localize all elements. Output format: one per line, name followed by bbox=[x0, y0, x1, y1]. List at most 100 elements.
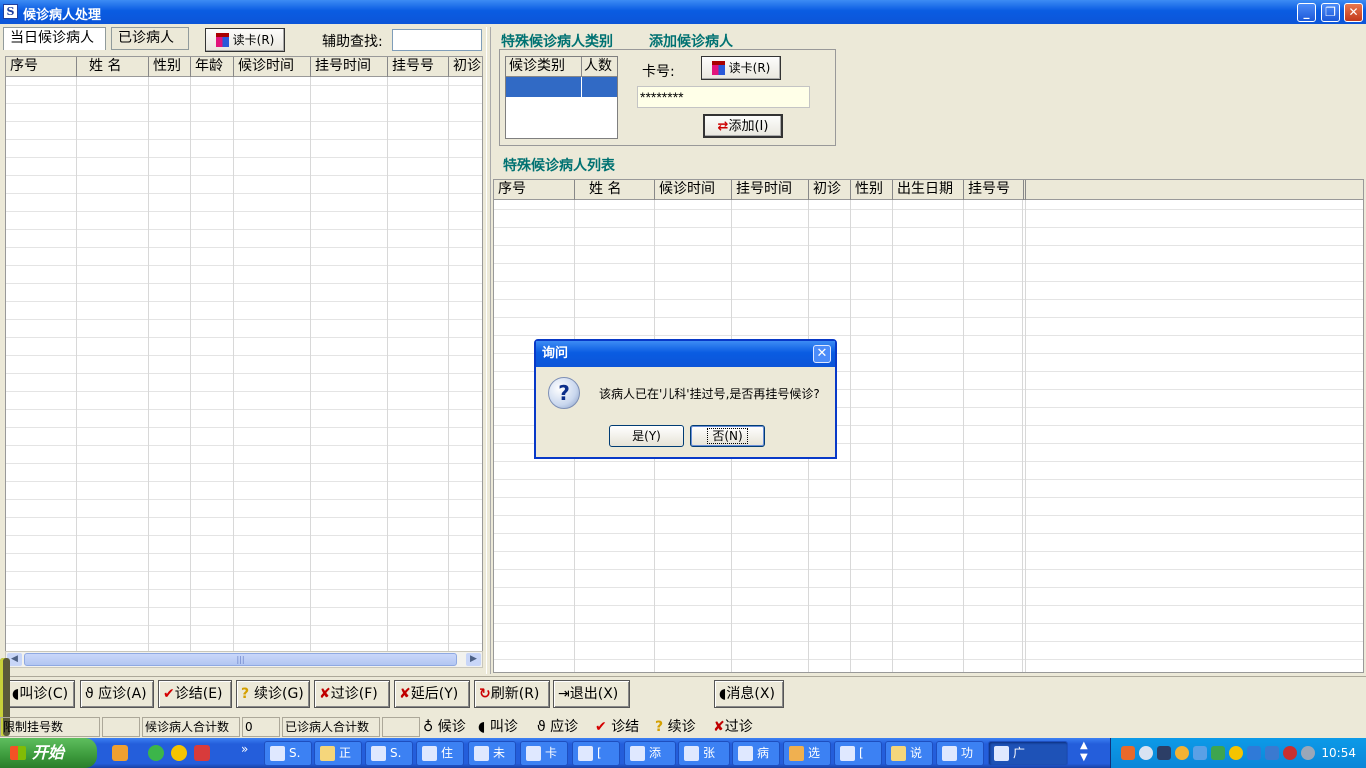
column-header[interactable]: 序号 bbox=[6, 57, 77, 77]
volume-icon[interactable] bbox=[1301, 746, 1315, 760]
column-header[interactable]: 人数 bbox=[582, 57, 617, 76]
cross-icon: ✘ bbox=[399, 686, 411, 702]
column-header[interactable]: 姓 名 bbox=[77, 57, 149, 77]
task-label: [ bbox=[859, 746, 864, 760]
column-header[interactable]: 性别 bbox=[851, 180, 893, 200]
task-item[interactable]: 住 bbox=[416, 741, 464, 766]
tray-icon[interactable] bbox=[1139, 746, 1153, 760]
legend-waiting: ♁ 候诊 bbox=[423, 717, 466, 737]
scroll-thumb[interactable]: ||| bbox=[24, 653, 457, 666]
accept-label: 应诊(A) bbox=[98, 686, 147, 702]
task-item[interactable]: 张 bbox=[678, 741, 730, 766]
shield-icon[interactable] bbox=[1247, 746, 1261, 760]
horizontal-scrollbar[interactable]: ◀ ||| ▶ bbox=[5, 651, 483, 668]
dialog-close-icon[interactable]: ✕ bbox=[813, 345, 831, 363]
task-item-active[interactable]: 广 bbox=[988, 741, 1068, 766]
network-icon[interactable] bbox=[1157, 746, 1171, 760]
continue-button[interactable]: ? 续诊(G) bbox=[236, 680, 310, 708]
postpone-button[interactable]: ✘延后(Y) bbox=[394, 680, 470, 708]
yes-button[interactable]: 是(Y) bbox=[609, 425, 684, 447]
tab-today-waiting[interactable]: 当日候诊病人 bbox=[3, 27, 106, 50]
taskbar-scroll-icon[interactable]: ▲ ▼ bbox=[1080, 740, 1088, 764]
exit-icon: ⇥ bbox=[558, 686, 570, 702]
waiting-total-label: 候诊病人合计数 bbox=[142, 717, 240, 737]
legend-waiting-label: 候诊 bbox=[437, 719, 466, 735]
task-item[interactable]: 选 bbox=[783, 741, 831, 766]
refresh-button[interactable]: ↻刷新(R) bbox=[474, 680, 550, 708]
message-button[interactable]: ◖消息(X) bbox=[714, 680, 784, 708]
task-item[interactable]: S. bbox=[365, 741, 413, 766]
shield-icon[interactable] bbox=[1265, 746, 1279, 760]
task-item[interactable]: 卡 bbox=[520, 741, 568, 766]
task-item[interactable]: 功 bbox=[936, 741, 984, 766]
card-number-input[interactable] bbox=[637, 86, 810, 108]
quicklaunch-icon[interactable] bbox=[171, 745, 187, 761]
task-item[interactable]: [ bbox=[834, 741, 882, 766]
column-header[interactable]: 出生日期 bbox=[893, 180, 964, 200]
scroll-right-icon[interactable]: ▶ bbox=[466, 653, 481, 666]
call-label: 叫诊(C) bbox=[19, 686, 69, 702]
add-waiting-title: 添加候诊病人 bbox=[649, 34, 733, 50]
column-header[interactable]: 候诊类别 bbox=[506, 57, 582, 76]
column-header[interactable]: 候诊时间 bbox=[655, 180, 732, 200]
start-button[interactable]: 开始 bbox=[0, 738, 97, 768]
tray-icon[interactable] bbox=[1121, 746, 1135, 760]
task-icon bbox=[738, 746, 753, 761]
read-card-button-2[interactable]: 读卡(R) bbox=[701, 56, 781, 80]
column-header[interactable]: 挂号号 bbox=[388, 57, 449, 77]
window-titlebar: S 候诊病人处理 _ ❐ ✕ bbox=[0, 0, 1366, 24]
task-item[interactable]: 病 bbox=[732, 741, 780, 766]
column-header[interactable]: 候诊时间 bbox=[234, 57, 311, 77]
task-item[interactable]: 说 bbox=[885, 741, 933, 766]
task-item[interactable]: 正 bbox=[314, 741, 362, 766]
task-label: 张 bbox=[703, 746, 716, 760]
accept-button[interactable]: ϑ 应诊(A) bbox=[80, 680, 154, 708]
task-item[interactable]: 未 bbox=[468, 741, 516, 766]
finish-button[interactable]: ✔诊结(E) bbox=[158, 680, 232, 708]
task-item[interactable]: [ bbox=[572, 741, 620, 766]
task-item[interactable]: 添 bbox=[624, 741, 676, 766]
tray-icon[interactable] bbox=[1229, 746, 1243, 760]
pane-splitter[interactable] bbox=[486, 27, 491, 674]
add-button[interactable]: ⇄添加(I) bbox=[703, 114, 783, 138]
stop-icon[interactable] bbox=[1283, 746, 1297, 760]
column-header[interactable]: 年龄 bbox=[191, 57, 234, 77]
exit-button[interactable]: ⇥退出(X) bbox=[553, 680, 630, 708]
category-row-selected[interactable] bbox=[506, 77, 617, 97]
column-header[interactable]: 挂号号 bbox=[964, 180, 1026, 200]
waiting-patients-grid[interactable]: 序号 姓 名 性别 年龄 候诊时间 挂号时间 挂号号 初诊 bbox=[5, 56, 483, 652]
task-item[interactable]: S. bbox=[264, 741, 312, 766]
window-title: 候诊病人处理 bbox=[23, 8, 102, 23]
tray-icon[interactable] bbox=[1175, 746, 1189, 760]
read-card-button[interactable]: 读卡(R) bbox=[205, 28, 285, 52]
tab-seen-patients[interactable]: 已诊病人 bbox=[111, 27, 189, 50]
no-button[interactable]: 否(N) bbox=[690, 425, 765, 447]
more-icon[interactable]: » bbox=[241, 742, 248, 756]
ie-icon[interactable] bbox=[148, 745, 164, 761]
task-label: 病 bbox=[757, 746, 770, 760]
column-header[interactable]: 序号 bbox=[494, 180, 575, 200]
category-grid[interactable]: 候诊类别 人数 bbox=[505, 56, 618, 139]
assist-search-input[interactable] bbox=[392, 29, 482, 51]
quicklaunch-icon[interactable] bbox=[112, 745, 128, 761]
shield-icon[interactable] bbox=[1211, 746, 1225, 760]
column-header[interactable]: 挂号时间 bbox=[311, 57, 388, 77]
column-header[interactable]: 性别 bbox=[149, 57, 191, 77]
column-header[interactable]: 挂号时间 bbox=[732, 180, 809, 200]
pass-button[interactable]: ✘过诊(F) bbox=[314, 680, 390, 708]
legend-accept-label: 应诊 bbox=[550, 719, 579, 735]
folder-icon bbox=[320, 746, 335, 761]
desktop-icon[interactable] bbox=[194, 745, 210, 761]
tray-icon[interactable] bbox=[1193, 746, 1207, 760]
waiting-grid-header: 序号 姓 名 性别 年龄 候诊时间 挂号时间 挂号号 初诊 bbox=[6, 57, 482, 77]
close-button[interactable]: ✕ bbox=[1344, 3, 1363, 22]
restore-button[interactable]: ❐ bbox=[1321, 3, 1340, 22]
waiting-total-value: 0 bbox=[242, 717, 280, 737]
task-icon bbox=[371, 746, 386, 761]
minimize-button[interactable]: _ bbox=[1297, 3, 1316, 22]
task-label: 住 bbox=[441, 746, 454, 760]
column-header[interactable]: 初诊 bbox=[449, 57, 482, 77]
column-header[interactable]: 初诊 bbox=[809, 180, 851, 200]
column-header[interactable]: 姓 名 bbox=[575, 180, 655, 200]
call-button[interactable]: ◖叫诊(C) bbox=[7, 680, 75, 708]
